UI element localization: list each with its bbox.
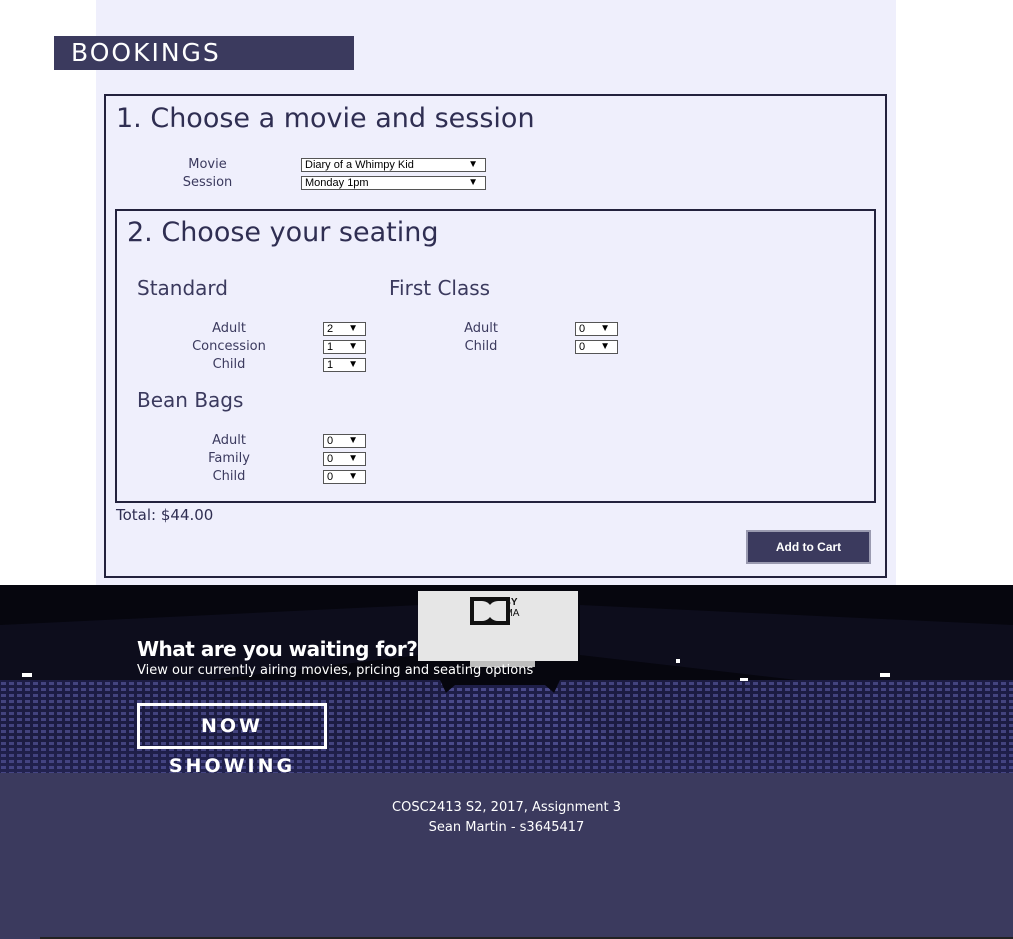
standard-title: Standard <box>137 276 228 300</box>
first-class-adult-select[interactable]: 0 ▼ <box>575 322 618 336</box>
standard-adult-label: Adult <box>212 321 246 336</box>
dropdown-arrow-icon: ▼ <box>600 323 610 334</box>
standard-concession-label: Concession <box>192 339 266 354</box>
total-price: Total: $44.00 <box>116 506 214 524</box>
footer: COSC2413 S2, 2017, Assignment 3 Sean Mar… <box>0 773 1013 939</box>
movie-select[interactable]: Diary of a Whimpy Kid ▼ <box>301 158 486 172</box>
dolby-logo: DOLBY CINEMA <box>470 597 530 625</box>
footer-course: COSC2413 S2, 2017, Assignment 3 <box>392 800 621 815</box>
dropdown-arrow-icon: ▼ <box>600 341 610 352</box>
movie-label: Movie <box>188 157 227 172</box>
footer-author: Sean Martin - s3645417 <box>428 820 585 835</box>
first-class-adult-label: Adult <box>464 321 498 336</box>
dropdown-arrow-icon: ▼ <box>348 471 358 482</box>
step1-title: 1. Choose a movie and session <box>116 103 535 134</box>
standard-child-select[interactable]: 1 ▼ <box>323 358 366 372</box>
standard-adult-select[interactable]: 2 ▼ <box>323 322 366 336</box>
page-title: BOOKINGS <box>71 38 221 67</box>
dropdown-arrow-icon: ▼ <box>468 177 478 188</box>
hero-banner: DOLBY CINEMA What are you waiting for? V… <box>0 585 1013 773</box>
page-banner: BOOKINGS <box>54 36 354 70</box>
dropdown-arrow-icon: ▼ <box>348 453 358 464</box>
bean-bags-family-label: Family <box>208 451 250 466</box>
standard-concession-select[interactable]: 1 ▼ <box>323 340 366 354</box>
first-class-child-select[interactable]: 0 ▼ <box>575 340 618 354</box>
now-showing-button[interactable]: NOW SHOWING <box>137 703 327 773</box>
bean-bags-child-select[interactable]: 0 ▼ <box>323 470 366 484</box>
dropdown-arrow-icon: ▼ <box>348 341 358 352</box>
first-class-title: First Class <box>389 276 491 300</box>
session-label: Session <box>182 175 233 190</box>
hero-title: What are you waiting for? <box>137 637 418 661</box>
dropdown-arrow-icon: ▼ <box>468 159 478 170</box>
session-select[interactable]: Monday 1pm ▼ <box>301 176 486 190</box>
dropdown-arrow-icon: ▼ <box>348 323 358 334</box>
bean-bags-adult-label: Adult <box>212 433 246 448</box>
dolby-logo-icon <box>470 597 510 625</box>
standard-child-label: Child <box>212 357 246 372</box>
add-to-cart-button[interactable]: Add to Cart <box>746 530 871 564</box>
step2-title: 2. Choose your seating <box>127 217 439 248</box>
dropdown-arrow-icon: ▼ <box>348 435 358 446</box>
dropdown-arrow-icon: ▼ <box>348 359 358 370</box>
bean-bags-title: Bean Bags <box>137 388 244 412</box>
bean-bags-adult-select[interactable]: 0 ▼ <box>323 434 366 448</box>
hero-subtitle: View our currently airing movies, pricin… <box>137 663 534 678</box>
first-class-child-label: Child <box>464 339 498 354</box>
bean-bags-child-label: Child <box>212 469 246 484</box>
bean-bags-family-select[interactable]: 0 ▼ <box>323 452 366 466</box>
